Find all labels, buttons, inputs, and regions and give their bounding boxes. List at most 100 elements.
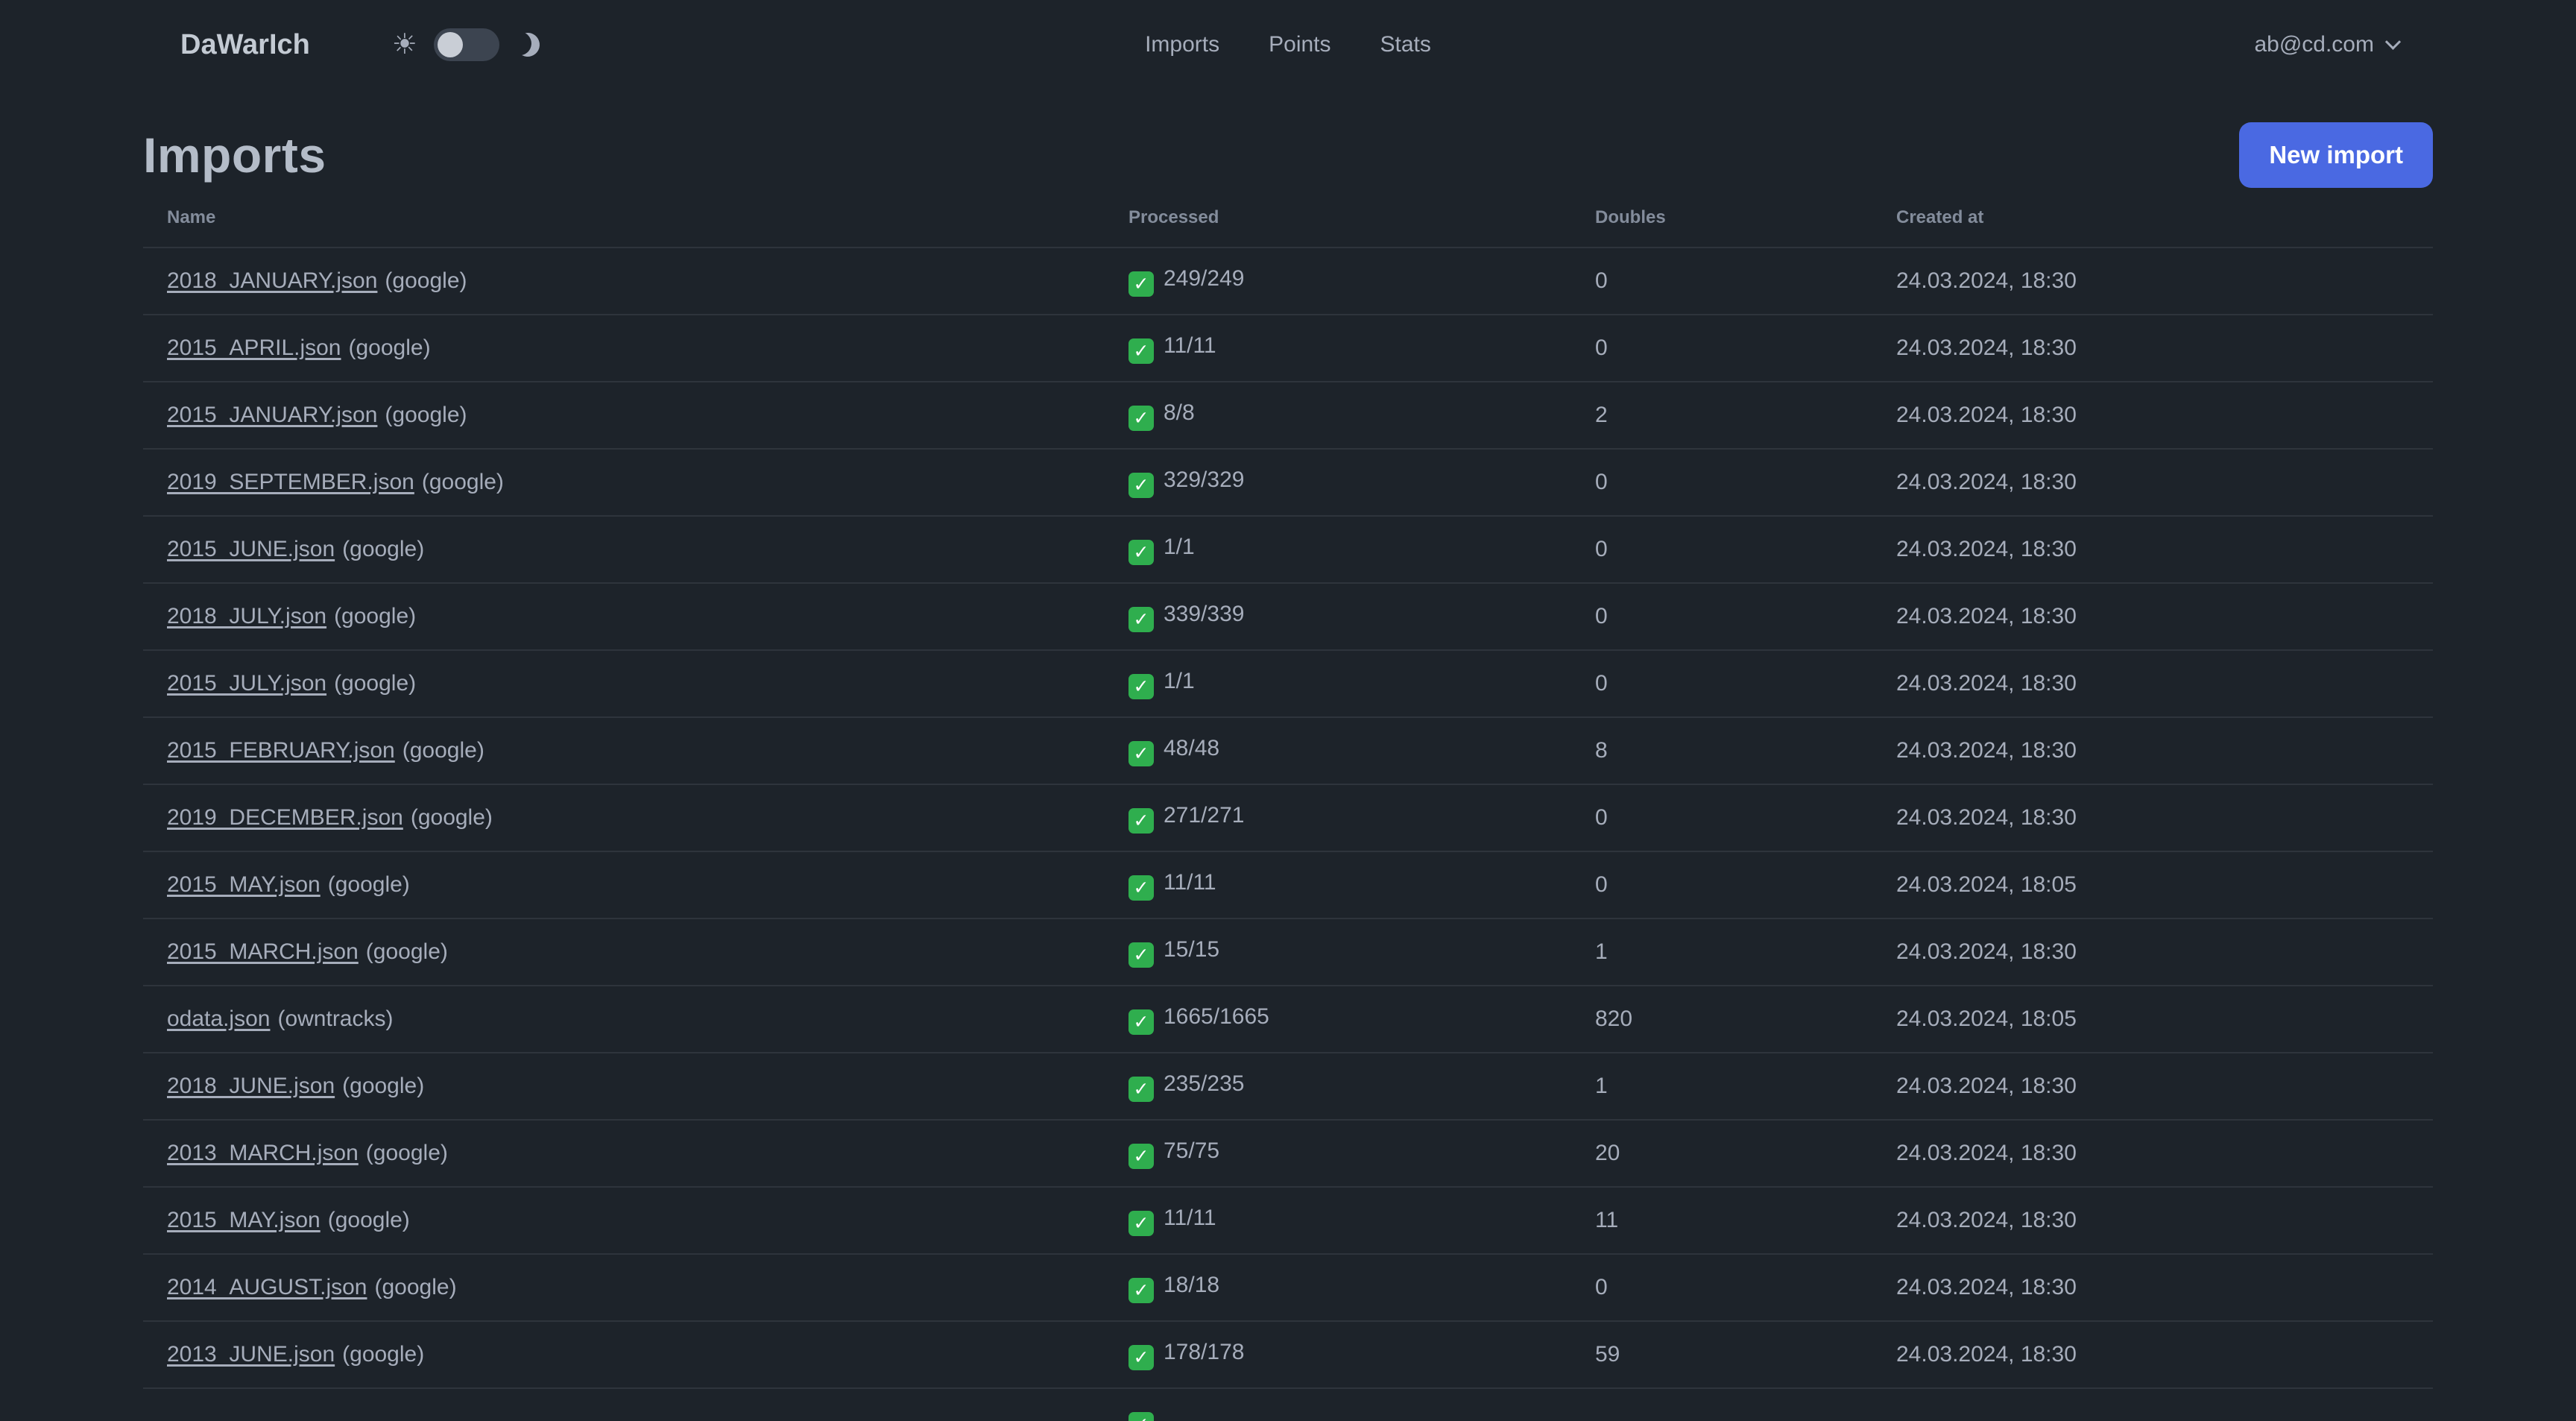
import-file-link[interactable]: 2018_JUNE.json [167,1074,335,1098]
table-row: 2015_MAY.json (google) ✓ 11/11 0 24.03.202… [143,851,2433,919]
import-file-link[interactable]: 2015_APRIL.json [167,335,341,360]
success-check-icon: ✓ [1128,1076,1154,1102]
import-source: (google) [385,403,467,427]
table-row: 2015_JULY.json (google) ✓ 1/1 0 24.03.2024… [143,650,2433,717]
import-source: (google) [334,671,417,696]
nav-item-imports[interactable]: Imports [1145,32,1219,57]
processed-cell: ✓ 11/11 [1105,1187,1571,1254]
table-row: ✓ [143,1388,2433,1421]
processed-count: 1/1 [1164,534,1195,559]
import-source: (google) [402,738,484,763]
app-logo[interactable]: DaWarIch [180,29,310,61]
chevron-down-icon [2384,34,2402,50]
toggle-knob [437,32,463,57]
success-check-icon: ✓ [1128,472,1154,498]
doubles-cell: 0 [1595,604,1608,628]
theme-toggle[interactable] [433,28,499,61]
success-check-icon: ✓ [1128,338,1154,364]
success-check-icon: ✓ [1128,740,1154,766]
import-source: (google) [374,1275,457,1299]
processed-count: 75/75 [1164,1138,1220,1163]
import-source: (google) [334,604,417,628]
processed-cell: ✓ 249/249 [1105,248,1571,315]
table-row: 2015_FEBRUARY.json (google) ✓ 48/48 8 24.0… [143,717,2433,784]
name-cell: 2019_SEPTEMBER.json (google) [143,449,1105,516]
import-file-link[interactable]: 2015_MAY.json [167,1208,321,1232]
processed-cell: ✓ [1105,1388,1571,1421]
processed-count: 48/48 [1164,735,1220,760]
doubles-cell [1571,1388,1872,1421]
name-cell: 2013_MARCH.json (google) [143,1120,1105,1187]
success-check-icon: ✓ [1128,1412,1154,1421]
import-file-link[interactable]: 2018_JULY.json [167,604,326,628]
doubles-cell: 0 [1595,470,1608,494]
created-at-cell: 24.03.2024, 18:05 [1896,1006,2077,1031]
processed-cell: ✓ 75/75 [1105,1120,1571,1187]
import-file-link[interactable]: 2015_MARCH.json [167,939,359,964]
processed-count: 8/8 [1164,400,1195,425]
processed-count: 235/235 [1164,1071,1245,1096]
import-file-link[interactable]: 2018_JANUARY.json [167,268,377,293]
new-import-button[interactable]: New import [2239,122,2433,188]
import-file-link[interactable]: 2015_JUNE.json [167,537,335,561]
processed-count: 339/339 [1164,601,1245,626]
doubles-cell: 20 [1595,1141,1620,1165]
name-cell: 2015_JULY.json (google) [143,650,1105,717]
name-cell [143,1388,1105,1421]
processed-cell: ✓ 18/18 [1105,1254,1571,1321]
processed-cell: ✓ 1/1 [1105,650,1571,717]
import-file-link[interactable]: 2015_FEBRUARY.json [167,738,395,763]
processed-cell: ✓ 11/11 [1105,315,1571,382]
table-row: 2015_MAY.json (google) ✓ 11/11 11 24.03.20… [143,1187,2433,1254]
import-file-link[interactable]: 2015_MAY.json [167,872,321,897]
doubles-cell: 0 [1595,335,1608,360]
doubles-cell: 0 [1595,1275,1608,1299]
import-file-link[interactable]: odata.json [167,1006,270,1031]
name-cell: 2015_MARCH.json (google) [143,919,1105,986]
moon-icon [513,30,543,60]
processed-count: 11/11 [1164,1205,1216,1230]
import-file-link[interactable]: 2015_JANUARY.json [167,403,377,427]
import-file-link[interactable]: 2019_SEPTEMBER.json [167,470,414,494]
name-cell: 2018_JUNE.json (google) [143,1053,1105,1120]
nav-item-points[interactable]: Points [1269,32,1330,57]
import-file-link[interactable]: 2013_JUNE.json [167,1342,335,1367]
theme-toggle-group: ☀ [392,28,540,61]
user-menu[interactable]: ab@cd.com [2254,32,2402,57]
processed-cell: ✓ 15/15 [1105,919,1571,986]
processed-cell: ✓ 1665/1665 [1105,986,1571,1053]
table-row: 2015_JANUARY.json (google) ✓ 8/8 2 24.03.2… [143,382,2433,449]
processed-cell: ✓ 339/339 [1105,583,1571,650]
import-source: (google) [365,939,448,964]
user-email: ab@cd.com [2254,32,2374,57]
import-file-link[interactable]: 2015_JULY.json [167,671,326,696]
nav-item-stats[interactable]: Stats [1380,32,1431,57]
processed-count: 1665/1665 [1164,1003,1269,1029]
table-row: 2013_JUNE.json (google) ✓ 178/178 59 24.03… [143,1321,2433,1388]
processed-count: 249/249 [1164,265,1245,291]
success-check-icon: ✓ [1128,405,1154,431]
import-file-link[interactable]: 2013_MARCH.json [167,1141,359,1165]
imports-page: Imports New import Name Processed Double… [143,122,2433,1421]
import-source: (google) [365,1141,448,1165]
success-check-icon: ✓ [1128,271,1154,297]
import-source: (google) [385,268,467,293]
import-source: (google) [342,1074,425,1098]
import-file-link[interactable]: 2019_DECEMBER.json [167,805,403,830]
column-header-created-at: Created at [1896,207,1984,227]
created-at-cell: 24.03.2024, 18:30 [1896,805,2077,830]
import-file-link[interactable]: 2014_AUGUST.json [167,1275,367,1299]
table-row: 2013_MARCH.json (google) ✓ 75/75 20 24.03.… [143,1120,2433,1187]
name-cell: 2014_AUGUST.json (google) [143,1254,1105,1321]
processed-count: 11/11 [1164,869,1216,895]
created-at-cell: 24.03.2024, 18:30 [1896,1074,2077,1098]
created-at-cell: 24.03.2024, 18:30 [1896,1275,2077,1299]
imports-table-head: Name Processed Doubles Created at [143,188,2433,248]
processed-cell: ✓ 271/271 [1105,784,1571,851]
name-cell: 2013_JUNE.json (google) [143,1321,1105,1388]
column-header-processed: Processed [1128,207,1219,227]
created-at-cell: 24.03.2024, 18:30 [1896,671,2077,696]
page-header: Imports New import [143,122,2433,188]
processed-cell: ✓ 235/235 [1105,1053,1571,1120]
processed-count: 271/271 [1164,802,1245,828]
